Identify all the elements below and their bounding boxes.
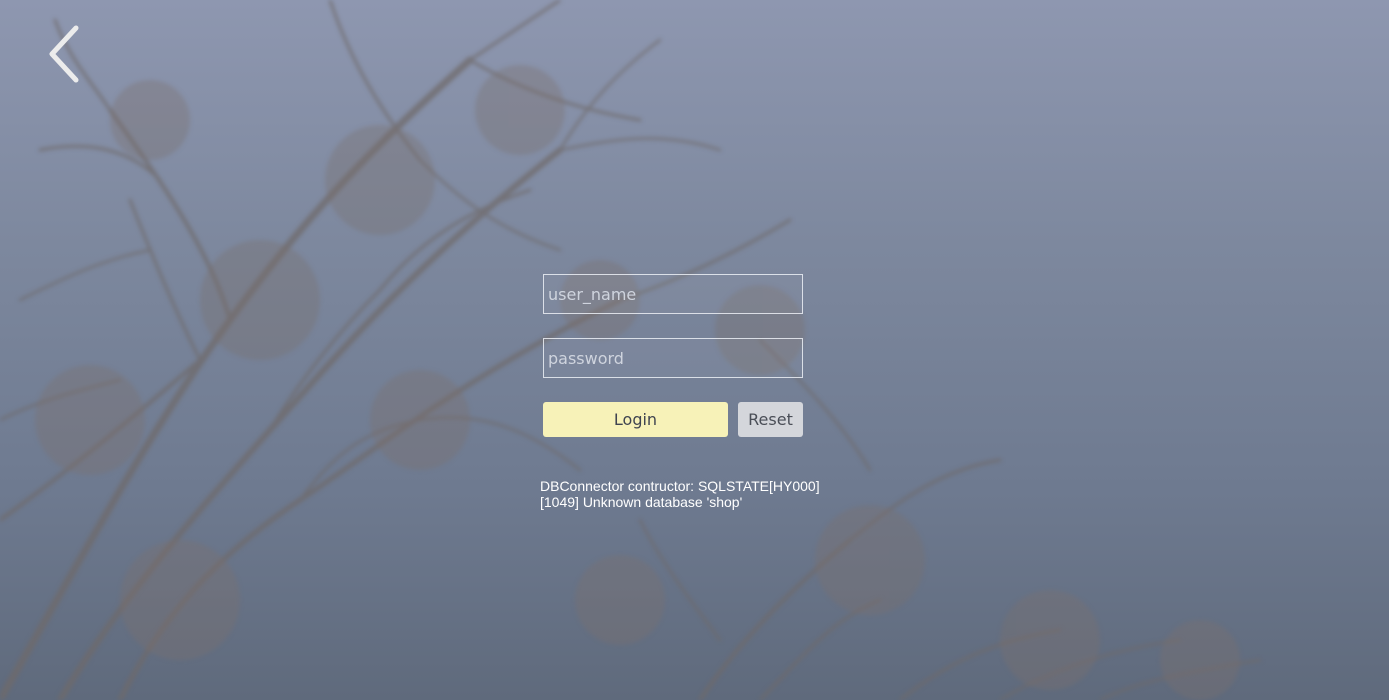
chevron-left-icon [49,25,79,83]
error-message: DBConnector contructor: SQLSTATE[HY000] … [540,478,820,510]
username-field[interactable] [543,274,803,314]
reset-button[interactable]: Reset [738,402,803,437]
login-form: Login Reset [543,274,803,437]
password-field[interactable] [543,338,803,378]
form-buttons: Login Reset [543,402,803,437]
back-chevron-icon[interactable] [44,22,84,86]
login-button[interactable]: Login [543,402,728,437]
